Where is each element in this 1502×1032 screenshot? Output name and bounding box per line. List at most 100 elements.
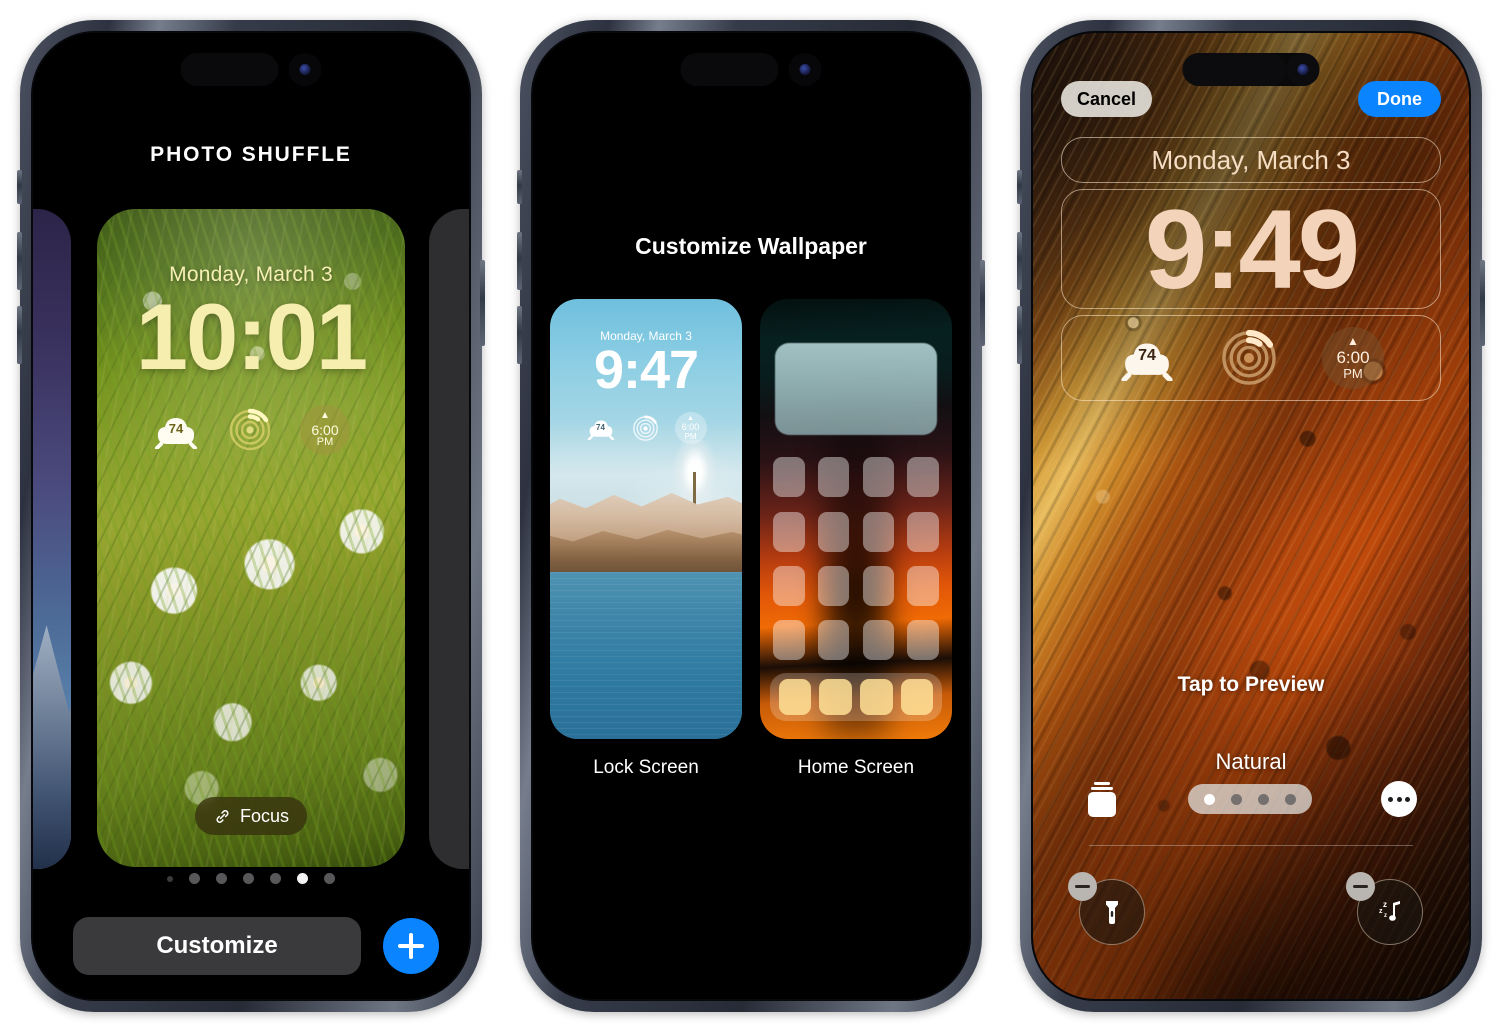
sunset-ampm: PM — [1343, 365, 1363, 381]
mute-switch[interactable] — [517, 170, 522, 204]
weather-widget[interactable]: 74 — [1118, 335, 1176, 381]
dock-app-icon — [860, 679, 893, 716]
cancel-button[interactable]: Cancel — [1061, 81, 1153, 117]
divider — [1089, 845, 1413, 846]
style-dot-active[interactable] — [1204, 793, 1215, 805]
activity-rings-icon[interactable] — [1220, 329, 1278, 387]
page-dot[interactable] — [270, 873, 281, 884]
island-pill — [680, 53, 779, 86]
app-icon — [907, 511, 939, 552]
flashlight-icon — [1106, 901, 1118, 924]
app-icon — [773, 457, 805, 498]
preview-time: 9:47 — [593, 340, 699, 400]
focus-button[interactable]: Focus — [194, 797, 308, 835]
app-icon — [862, 565, 894, 606]
phone-1-wallpaper-gallery: PHOTO SHUFFLE Monday, March 3 10:01 74 ▲… — [17, 20, 485, 1012]
app-icon — [818, 619, 850, 660]
lock-screen-time[interactable]: 9:49 — [1033, 187, 1469, 312]
volume-down-button[interactable] — [17, 306, 22, 364]
lock-screen-preview-label: Lock Screen — [593, 757, 699, 778]
app-icon — [862, 619, 894, 660]
page-dot[interactable] — [189, 873, 200, 884]
phone-3-lock-screen-editor: Cancel Done Monday, March 3 9:49 74 ▲ 6:… — [1017, 20, 1485, 1012]
style-dot[interactable] — [1258, 793, 1269, 805]
sunset-widget[interactable]: ▲ 6:00 PM — [300, 405, 350, 455]
weather-temp: 74 — [596, 422, 605, 432]
preview-pair: Monday, March 3 9:47 74 ▲ 6:00 PM Lock S… — [533, 299, 969, 779]
home-screen-preview-card[interactable]: Home Screen — [760, 299, 952, 779]
style-dot[interactable] — [1285, 793, 1296, 805]
volume-down-button[interactable] — [517, 306, 522, 364]
lock-screen-time: 10:01 — [135, 284, 368, 389]
power-button[interactable] — [980, 260, 985, 346]
page-title: PHOTO SHUFFLE — [150, 143, 352, 166]
style-page-dots[interactable] — [1188, 784, 1312, 814]
photo-stack-icon[interactable] — [1085, 781, 1119, 817]
mute-switch[interactable] — [17, 170, 22, 204]
remove-sleep-music-button[interactable] — [1346, 872, 1375, 901]
weather-widget[interactable]: 74 — [152, 411, 200, 449]
more-ellipsis-icon[interactable] — [1381, 781, 1417, 817]
sunset-icon: ▲ — [1347, 334, 1359, 349]
app-icon — [818, 511, 850, 552]
svg-text:z: z — [1383, 900, 1387, 909]
screenshot-stage: PHOTO SHUFFLE Monday, March 3 10:01 74 ▲… — [0, 0, 1502, 1032]
page-indicator[interactable] — [33, 873, 469, 884]
app-icon — [907, 565, 939, 606]
wallpaper-card-active[interactable]: Monday, March 3 10:01 74 ▲ 6:00 PM Focus — [97, 209, 405, 867]
tap-to-preview-hint[interactable]: Tap to Preview — [1033, 673, 1469, 697]
app-icon — [907, 457, 939, 498]
page-dot[interactable] — [243, 873, 254, 884]
phone-3-screen-bezel: Cancel Done Monday, March 3 9:49 74 ▲ 6:… — [1031, 31, 1471, 1001]
dock-app-icon — [900, 679, 934, 716]
sunset-widget: ▲ 6:00 PM — [674, 412, 707, 444]
lock-screen-preview-frame[interactable]: Monday, March 3 9:47 74 ▲ 6:00 PM — [550, 299, 742, 739]
sunset-ampm: PM — [316, 436, 334, 449]
sunset-widget[interactable]: ▲ 6:00 PM — [1322, 327, 1384, 389]
lock-screen-preview-card[interactable]: Monday, March 3 9:47 74 ▲ 6:00 PM Lock S… — [550, 299, 742, 779]
page-dot-active[interactable] — [297, 873, 308, 884]
page-dot[interactable] — [324, 873, 335, 884]
page-dot[interactable] — [167, 875, 173, 882]
lock-screen-widget-row: 74 ▲ 6:00 PM — [1033, 315, 1469, 401]
dynamic-island — [180, 53, 322, 86]
wallpaper-card-previous[interactable] — [33, 209, 71, 869]
page-dot[interactable] — [216, 873, 227, 884]
volume-up-button[interactable] — [517, 232, 522, 290]
activity-rings-icon[interactable] — [228, 408, 272, 452]
svg-text:z: z — [1379, 908, 1383, 915]
add-wallpaper-button[interactable] — [383, 918, 439, 974]
done-button[interactable]: Done — [1358, 81, 1441, 117]
sunset-icon: ▲ — [320, 410, 330, 422]
mute-switch[interactable] — [1017, 170, 1022, 204]
home-screen-icon-grid — [773, 457, 939, 660]
quick-controls-row: z z z — [1068, 872, 1423, 945]
home-screen-dock — [769, 673, 943, 722]
lake-water — [550, 571, 742, 739]
app-icon — [818, 565, 850, 606]
sunset-time: 6:00 — [1336, 348, 1370, 368]
phone-2-screen-bezel: Customize Wallpaper Monday, March 3 9:47… — [531, 31, 971, 1001]
home-screen-preview-frame[interactable] — [760, 299, 952, 739]
weather-temp: 74 — [1138, 347, 1156, 364]
customize-button[interactable]: Customize — [73, 917, 361, 975]
phone-3-screen: Cancel Done Monday, March 3 9:49 74 ▲ 6:… — [1033, 33, 1469, 999]
power-button[interactable] — [480, 260, 485, 346]
sleep-music-control[interactable]: z z z — [1346, 872, 1423, 945]
volume-up-button[interactable] — [1017, 232, 1022, 290]
flashlight-control[interactable] — [1068, 872, 1145, 945]
style-control-row — [1085, 781, 1417, 817]
remove-flashlight-button[interactable] — [1068, 872, 1097, 901]
lock-screen-widget-row: 74 ▲ 6:00 PM — [97, 405, 405, 455]
app-icon — [773, 565, 805, 606]
lock-screen-date[interactable]: Monday, March 3 — [1033, 137, 1469, 183]
style-dot[interactable] — [1231, 793, 1242, 805]
power-button[interactable] — [1480, 260, 1485, 346]
volume-up-button[interactable] — [17, 232, 22, 290]
front-camera-icon — [288, 53, 322, 86]
focus-label: Focus — [239, 805, 290, 826]
wallpaper-card-next[interactable] — [429, 209, 469, 869]
volume-down-button[interactable] — [1017, 306, 1022, 364]
sunset-ampm: PM — [684, 431, 697, 441]
dock-app-icon — [819, 679, 852, 716]
